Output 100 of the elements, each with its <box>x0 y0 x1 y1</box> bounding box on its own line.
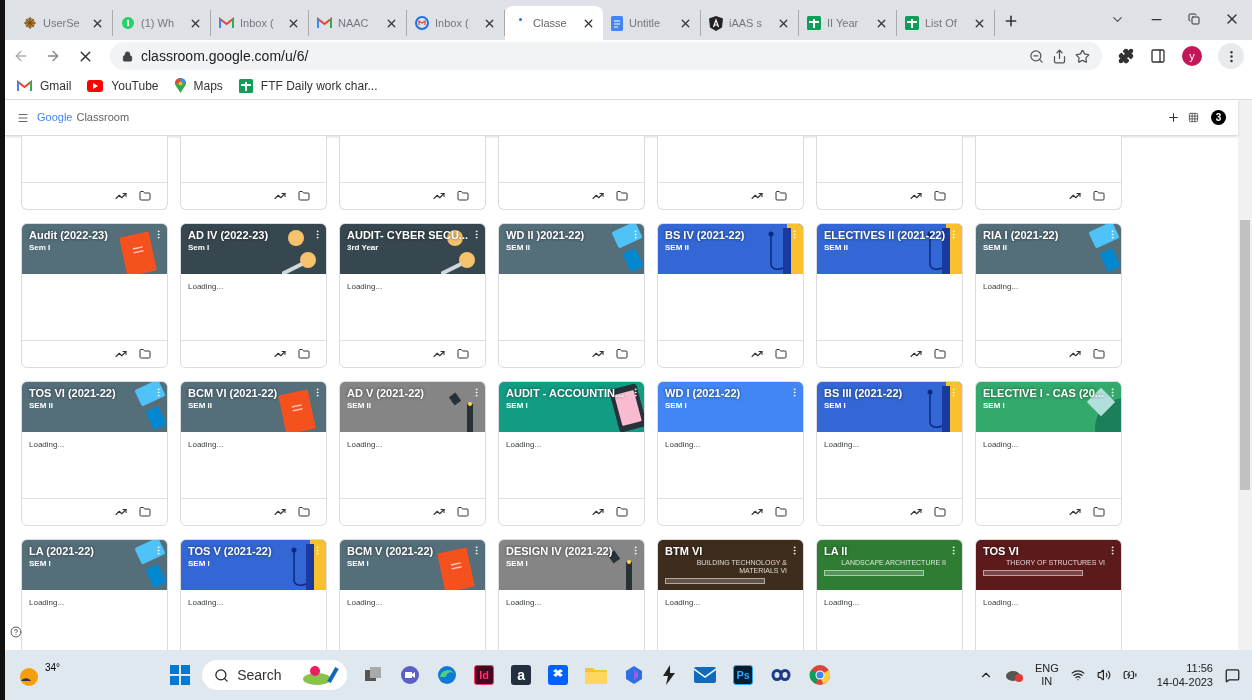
help-icon[interactable] <box>10 626 22 638</box>
progress-icon[interactable] <box>433 190 445 202</box>
chrome-icon[interactable] <box>809 664 832 686</box>
progress-icon[interactable] <box>910 190 922 202</box>
progress-icon[interactable] <box>751 190 763 202</box>
bolt-icon[interactable] <box>661 665 678 685</box>
browser-tab[interactable]: List Of <box>897 10 995 36</box>
folder-icon[interactable] <box>457 506 469 518</box>
side-panel-icon[interactable] <box>1150 48 1166 64</box>
progress-icon[interactable] <box>274 190 286 202</box>
class-card[interactable]: Audit (2022-23) Sem I <box>21 223 168 368</box>
address-field[interactable]: classroom.google.com/u/6/ <box>110 42 1102 70</box>
class-title[interactable]: LA II <box>824 544 848 558</box>
class-card[interactable]: AUDIT - ACCOUNTIN... SEM I Loading... <box>498 381 645 526</box>
video-call-icon[interactable] <box>400 665 421 685</box>
progress-icon[interactable] <box>592 190 604 202</box>
class-title[interactable]: BS III (2021-22) <box>824 386 903 400</box>
class-card[interactable]: BS III (2021-22) SEM I Loading... <box>816 381 963 526</box>
progress-icon[interactable] <box>115 190 127 202</box>
class-title[interactable]: AUDIT - ACCOUNTIN... <box>506 386 625 400</box>
profile-avatar[interactable]: y <box>1182 46 1202 66</box>
progress-icon[interactable] <box>115 506 127 518</box>
browser-tab[interactable]: Inbox ( <box>211 10 309 36</box>
bookmark[interactable]: Maps <box>193 76 223 95</box>
volume-icon[interactable] <box>1096 668 1111 682</box>
progress-icon[interactable] <box>592 506 604 518</box>
progress-icon[interactable] <box>751 506 763 518</box>
restore-icon[interactable] <box>1188 13 1200 25</box>
class-title[interactable]: Audit (2022-23) <box>29 228 108 242</box>
zoom-icon[interactable] <box>1029 48 1044 64</box>
progress-icon[interactable] <box>910 348 922 360</box>
class-card[interactable]: DESIGN IV (2021-22) SEM I Loading... <box>498 539 645 650</box>
forward-icon[interactable] <box>45 48 61 64</box>
clock-time[interactable]: 11:56 <box>1186 661 1213 675</box>
bookmark[interactable]: Gmail <box>40 76 72 95</box>
class-title[interactable]: TOS VI (2021-22) <box>29 386 116 400</box>
class-title[interactable]: WD I (2021-22) <box>665 386 741 400</box>
browser-tab[interactable]: UserSe <box>15 10 113 36</box>
folder-icon[interactable] <box>934 506 946 518</box>
folder-icon[interactable] <box>139 348 151 360</box>
folder-icon[interactable] <box>616 190 628 202</box>
folder-icon[interactable] <box>934 348 946 360</box>
folder-icon[interactable] <box>457 190 469 202</box>
class-title[interactable]: RIA I (2021-22) <box>983 228 1059 242</box>
class-title[interactable]: WD II )2021-22) <box>506 228 585 242</box>
battery-icon[interactable] <box>1122 668 1137 682</box>
browser-tab[interactable]: Untitle <box>603 10 701 36</box>
bookmark[interactable]: FTF Daily work char... <box>260 76 378 95</box>
class-title[interactable]: AD V (2021-22) <box>347 386 425 400</box>
progress-icon[interactable] <box>274 506 286 518</box>
app-icon[interactable]: Ps <box>733 665 754 685</box>
folder-icon[interactable] <box>298 190 310 202</box>
notifications-icon[interactable] <box>1225 667 1240 683</box>
browser-tab[interactable]: II Year <box>799 10 897 36</box>
browser-tab[interactable]: NAAC <box>309 10 407 36</box>
folder-icon[interactable] <box>457 348 469 360</box>
progress-icon[interactable] <box>592 348 604 360</box>
language-indicator[interactable]: ENG <box>1034 662 1059 675</box>
class-card[interactable]: AD IV (2022-23) Sem I Loading... <box>180 223 327 368</box>
folder-icon[interactable] <box>139 506 151 518</box>
menu-icon[interactable] <box>17 111 29 124</box>
class-card[interactable]: TOS V (2021-22) SEM I Loading... <box>180 539 327 650</box>
folder-icon[interactable] <box>934 190 946 202</box>
browser-tab[interactable]: iAAS s <box>701 10 799 36</box>
add-icon[interactable] <box>1167 111 1180 124</box>
app-name[interactable]: Classroom <box>76 109 130 126</box>
class-card[interactable]: WD I (2021-22) SEM I Loading... <box>657 381 804 526</box>
folder-icon[interactable] <box>775 506 787 518</box>
google-logo[interactable]: Google <box>37 109 73 126</box>
region-indicator[interactable]: IN <box>1041 675 1053 688</box>
share-icon[interactable] <box>1052 48 1067 64</box>
folder-icon[interactable] <box>1093 506 1105 518</box>
progress-icon[interactable] <box>433 348 445 360</box>
dropbox-icon[interactable] <box>548 665 569 685</box>
class-card[interactable]: AD V (2021-22) SEM II Loading... <box>339 381 486 526</box>
class-title[interactable]: DESIGN IV (2021-22) <box>506 544 613 558</box>
folder-icon[interactable] <box>1093 190 1105 202</box>
clock-date[interactable]: 14-04-2023 <box>1156 675 1213 689</box>
app-icon[interactable]: Id <box>474 665 495 685</box>
progress-icon[interactable] <box>433 506 445 518</box>
progress-icon[interactable] <box>910 506 922 518</box>
class-card[interactable]: RIA I (2021-22) SEM II Loading... <box>975 223 1122 368</box>
progress-icon[interactable] <box>274 348 286 360</box>
progress-icon[interactable] <box>751 348 763 360</box>
progress-icon[interactable] <box>1069 506 1081 518</box>
account-badge[interactable]: 3 <box>1211 110 1226 125</box>
class-title[interactable]: TOS V (2021-22) <box>188 544 272 558</box>
start-icon[interactable] <box>170 665 191 685</box>
app-icon[interactable]: a <box>511 665 532 685</box>
hexagon-icon[interactable] <box>624 665 645 685</box>
class-card[interactable]: ELECTIVES II (2021-22) SEM II <box>816 223 963 368</box>
folder-icon[interactable] <box>1093 348 1105 360</box>
apps-icon[interactable] <box>1188 112 1199 123</box>
folder-icon[interactable] <box>616 348 628 360</box>
cloud-icon[interactable] <box>1004 668 1023 682</box>
progress-icon[interactable] <box>1069 190 1081 202</box>
class-title[interactable]: TOS VI <box>983 544 1019 558</box>
class-card[interactable]: BS IV (2021-22) SEM II <box>657 223 804 368</box>
folder-icon[interactable] <box>775 190 787 202</box>
browser-tab[interactable]: (1) Wh <box>113 10 211 36</box>
